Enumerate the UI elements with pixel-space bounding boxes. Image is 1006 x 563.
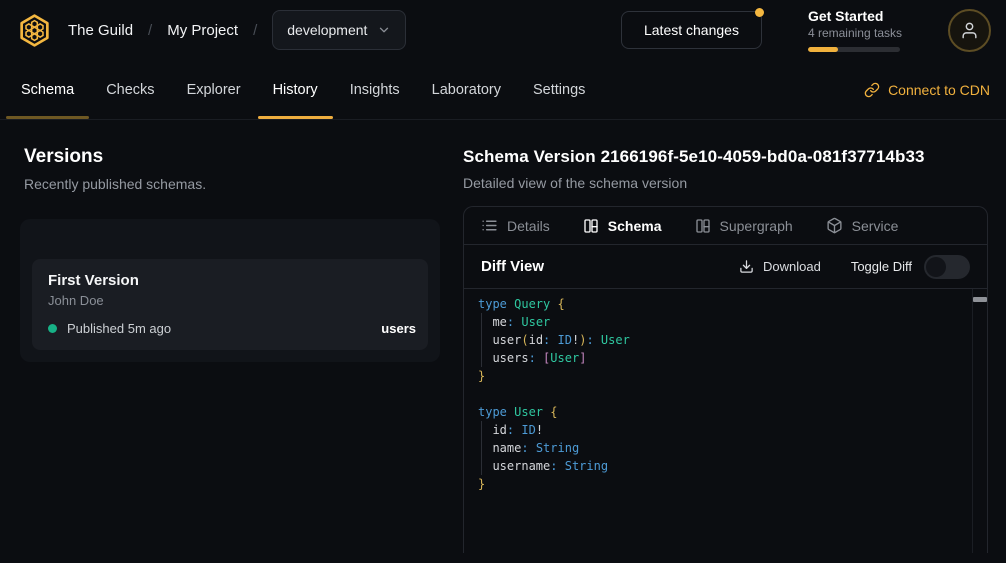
versions-title: Versions <box>24 146 440 168</box>
version-detail-title: Schema Version 2166196f-5e10-4059-bd0a-0… <box>463 147 988 167</box>
breadcrumb-org[interactable]: The Guild <box>68 22 133 39</box>
code-line: } <box>478 475 959 493</box>
get-started-subtitle: 4 remaining tasks <box>808 26 902 40</box>
header-right-group: Latest changes Get Started 4 remaining t… <box>621 8 991 52</box>
chevron-down-icon <box>377 23 391 37</box>
schema-view-panel: Details Schema <box>463 206 988 553</box>
notification-dot <box>755 8 764 17</box>
tab-schema[interactable]: Schema <box>5 60 90 119</box>
main-content: Versions Recently published schemas. Fir… <box>0 120 1006 563</box>
diff-view-title: Diff View <box>481 258 544 275</box>
detail-tab-service[interactable]: Service <box>826 217 899 234</box>
download-icon <box>739 259 754 274</box>
switch-knob <box>926 257 946 277</box>
user-menu-button[interactable] <box>948 9 991 52</box>
cube-icon <box>826 217 843 234</box>
tab-label: History <box>273 82 318 98</box>
code-line: } <box>478 367 959 385</box>
version-list-item[interactable]: First Version John Doe Published 5m ago … <box>32 259 428 350</box>
tab-label: Checks <box>106 82 154 98</box>
download-label: Download <box>763 259 821 274</box>
tab-label: Insights <box>350 82 400 98</box>
tab-underline <box>258 116 333 119</box>
get-started-progress-track <box>808 47 900 52</box>
latest-changes-label: Latest changes <box>644 22 739 38</box>
code-line: me: User <box>478 313 959 331</box>
tab-settings[interactable]: Settings <box>517 60 601 119</box>
get-started-widget[interactable]: Get Started 4 remaining tasks <box>808 8 902 52</box>
latest-changes-button[interactable]: Latest changes <box>621 11 762 49</box>
scrollbar-track <box>972 289 973 553</box>
indent-guide <box>481 421 482 475</box>
toggle-diff-group: Toggle Diff <box>851 255 970 279</box>
code-line: users: [User] <box>478 349 959 367</box>
target-select[interactable]: development <box>272 10 406 50</box>
target-select-value: development <box>287 22 367 38</box>
detail-tab-label: Supergraph <box>720 218 793 234</box>
detail-tab-label: Service <box>852 218 899 234</box>
tab-label: Schema <box>21 82 74 98</box>
main-nav: Schema Checks Explorer History Insights … <box>0 60 1006 120</box>
progress-fill <box>808 47 838 52</box>
detail-tab-schema[interactable]: Schema <box>583 218 662 234</box>
link-icon <box>864 82 880 98</box>
code-line: user(id: ID!): User <box>478 331 959 349</box>
versions-panel: Versions Recently published schemas. Fir… <box>0 120 455 563</box>
toggle-diff-switch[interactable] <box>924 255 970 279</box>
code-line: username: String <box>478 457 959 475</box>
breadcrumb-separator: / <box>148 22 152 39</box>
code-line: id: ID! <box>478 421 959 439</box>
tab-label: Laboratory <box>432 82 501 98</box>
version-detail-subtitle: Detailed view of the schema version <box>463 175 988 191</box>
scrollbar-thumb[interactable] <box>973 297 987 302</box>
detail-tab-label: Details <box>507 218 550 234</box>
detail-tab-details[interactable]: Details <box>481 217 550 234</box>
code-line <box>478 385 959 403</box>
diff-view-bar: Diff View Download Toggle Diff <box>464 245 987 289</box>
breadcrumb-separator: / <box>253 22 257 39</box>
user-icon <box>960 21 979 40</box>
tab-checks[interactable]: Checks <box>90 60 170 119</box>
version-status: Published 5m ago <box>67 321 171 336</box>
diff-actions: Download Toggle Diff <box>739 255 970 279</box>
code-line: type Query { <box>478 295 959 313</box>
detail-tab-bar: Details Schema <box>464 207 987 245</box>
detail-tab-supergraph[interactable]: Supergraph <box>695 218 793 234</box>
version-detail-panel: Schema Version 2166196f-5e10-4059-bd0a-0… <box>455 120 1006 563</box>
toggle-diff-label: Toggle Diff <box>851 259 912 274</box>
code-line: type User { <box>478 403 959 421</box>
tab-insights[interactable]: Insights <box>334 60 416 119</box>
indent-guide <box>481 313 482 367</box>
breadcrumb-project[interactable]: My Project <box>167 22 238 39</box>
detail-tab-label: Schema <box>608 218 662 234</box>
get-started-title: Get Started <box>808 8 902 24</box>
version-service-badge: users <box>381 321 416 336</box>
connect-to-cdn-link[interactable]: Connect to CDN <box>864 82 990 98</box>
tab-label: Explorer <box>187 82 241 98</box>
version-meta-row: Published 5m ago users <box>48 321 416 336</box>
tab-laboratory[interactable]: Laboratory <box>416 60 517 119</box>
version-author: John Doe <box>48 293 416 308</box>
versions-subtitle: Recently published schemas. <box>24 176 440 192</box>
download-button[interactable]: Download <box>739 259 821 274</box>
schema-code-viewer[interactable]: type Query { me: User user(id: ID!): Use… <box>464 289 987 553</box>
hive-logo-icon[interactable] <box>16 12 53 49</box>
list-icon <box>481 217 498 234</box>
version-name: First Version <box>48 272 416 289</box>
tab-underline <box>6 116 89 119</box>
code-line: name: String <box>478 439 959 457</box>
tab-history[interactable]: History <box>257 60 334 119</box>
columns-icon <box>695 218 711 234</box>
tab-explorer[interactable]: Explorer <box>171 60 257 119</box>
versions-list-card: First Version John Doe Published 5m ago … <box>20 219 440 362</box>
tab-label: Settings <box>533 82 585 98</box>
connect-to-cdn-label: Connect to CDN <box>888 82 990 98</box>
published-status-dot <box>48 324 57 333</box>
top-header: The Guild / My Project / development Lat… <box>0 0 1006 60</box>
columns-icon <box>583 218 599 234</box>
code-block: type Query { me: User user(id: ID!): Use… <box>478 295 959 493</box>
